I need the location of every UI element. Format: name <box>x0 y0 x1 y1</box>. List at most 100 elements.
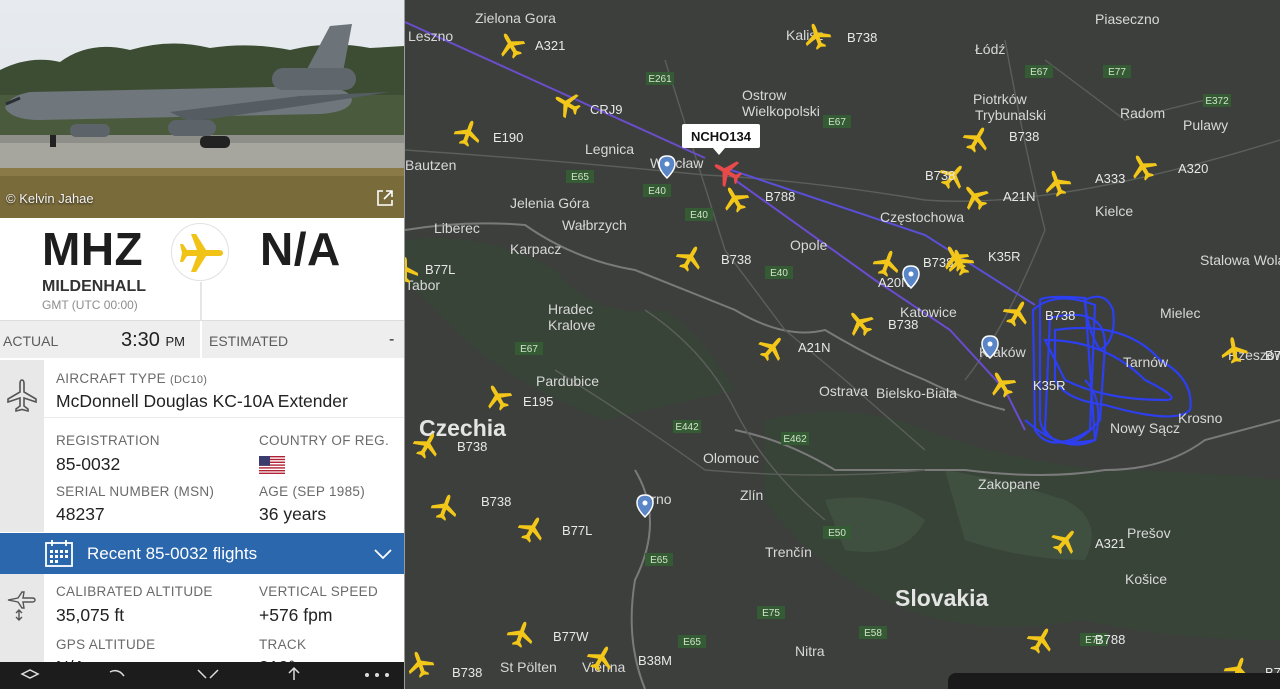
actual-label: ACTUAL <box>3 333 59 349</box>
map-city-label: Olomouc <box>703 450 759 466</box>
flight-data-sidebar <box>0 574 44 662</box>
map-city-label: Piotrków <box>973 91 1028 107</box>
traffic-type-label: B738 <box>847 30 877 45</box>
traffic-type-label: B738 <box>452 665 482 680</box>
map-city-label: Radom <box>1120 105 1165 121</box>
map-city-label: Opole <box>790 237 828 253</box>
origin-code[interactable]: MHZ <box>42 222 143 276</box>
traffic-type-label: CRJ9 <box>590 102 623 117</box>
section-divider <box>44 417 404 418</box>
road-shield: E67 <box>1025 65 1053 78</box>
map-city-label: Nowy Sącz <box>1110 420 1180 436</box>
share-icon[interactable] <box>288 666 300 680</box>
road-shield: E261 <box>646 72 674 85</box>
route-plane-badge <box>171 223 229 281</box>
road-shield: E77 <box>1103 65 1131 78</box>
road-shield: E65 <box>566 170 594 183</box>
country-label: COUNTRY OF REG. <box>259 433 390 448</box>
traffic-type-label: B38M <box>638 653 672 668</box>
traffic-type-label: B738 <box>1045 308 1075 323</box>
road-shield: E65 <box>645 553 673 566</box>
map-city-label: Legnica <box>585 141 634 157</box>
svg-text:E77: E77 <box>1108 67 1126 78</box>
route-icon[interactable] <box>109 669 125 677</box>
traffic-type-label: A21N <box>1003 189 1036 204</box>
map-city-label: St Pölten <box>500 659 557 675</box>
map-city-label: Stalowa Wola <box>1200 252 1280 268</box>
traffic-type-label: A333 <box>1095 171 1125 186</box>
traffic-type-label: A321 <box>535 38 565 53</box>
aircraft-section-sidebar <box>0 360 44 532</box>
road-shield: E462 <box>781 432 809 445</box>
aircraft-photo[interactable]: © Kelvin Jahae <box>0 0 404 218</box>
map-city-label: Wielkopolski <box>742 103 820 119</box>
age-label: AGE (SEP 1985) <box>259 484 366 499</box>
recent-flights-button[interactable]: Recent 85-0032 flights <box>0 533 404 574</box>
map-city-label: Zlín <box>740 487 763 503</box>
svg-text:E65: E65 <box>650 555 668 566</box>
external-link-icon[interactable] <box>375 188 395 208</box>
follow-icon[interactable] <box>197 669 219 679</box>
traffic-type-label: B77W <box>553 629 589 644</box>
calibrated-altitude-label: CALIBRATED ALTITUDE <box>56 584 213 599</box>
svg-text:E67: E67 <box>828 117 846 128</box>
svg-text:E261: E261 <box>648 74 672 85</box>
actual-time: 3:30 PM <box>121 329 185 351</box>
road-shield: E372 <box>1203 94 1231 107</box>
traffic-type-label: A321 <box>1095 536 1125 551</box>
times-row: ACTUAL 3:30 PM ESTIMATED - <box>0 320 404 359</box>
aircraft-section: AIRCRAFT TYPE (DC10) McDonnell Douglas K… <box>0 360 404 532</box>
svg-text:E372: E372 <box>1205 96 1229 107</box>
map-city-label: Wrocław <box>650 155 704 171</box>
gps-altitude-label: GPS ALTITUDE <box>56 637 156 652</box>
photo-credit: © Kelvin Jahae <box>6 191 94 206</box>
chevron-down-icon <box>374 549 392 560</box>
map-city-label: Krosno <box>1178 410 1223 426</box>
aircraft-photo-image <box>0 0 404 218</box>
us-flag-icon <box>259 456 285 474</box>
aircraft-type-value: McDonnell Douglas KC-10A Extender <box>56 391 348 411</box>
msn-label: SERIAL NUMBER (MSN) <box>56 484 215 499</box>
map-city-label: Prešov <box>1127 525 1171 541</box>
map-city-label: Zakopane <box>978 476 1040 492</box>
svg-text:E442: E442 <box>675 422 699 433</box>
map-toolbar[interactable] <box>948 673 1280 689</box>
calendar-icon <box>45 540 73 567</box>
3d-view-icon[interactable] <box>20 669 40 679</box>
map-city-label: Bautzen <box>405 157 456 173</box>
map-city-label: Kielce <box>1095 203 1133 219</box>
road-shield: E442 <box>673 420 701 433</box>
track-label: TRACK <box>259 637 307 652</box>
map-city-label: Bielsko-Biala <box>876 385 957 401</box>
origin-timezone: GMT (UTC 00:00) <box>42 298 138 312</box>
svg-text:E462: E462 <box>783 434 807 445</box>
origin-city: MILDENHALL <box>42 278 146 295</box>
traffic-type-label: K35R <box>988 249 1021 264</box>
map-city-label: Jelenia Góra <box>510 195 590 211</box>
svg-text:E40: E40 <box>690 210 708 221</box>
map-city-label: Pardubice <box>536 373 599 389</box>
airplane-icon <box>180 234 223 272</box>
map-city-label: Trenčín <box>765 544 812 560</box>
map-city-label: Košice <box>1125 571 1167 587</box>
traffic-type-label: B738 <box>457 439 487 454</box>
svg-text:E67: E67 <box>520 344 538 355</box>
map-city-label: Tarnów <box>1123 354 1169 370</box>
destination-code: N/A <box>260 223 341 275</box>
route-divider <box>200 282 202 320</box>
map-canvas[interactable]: Zielona GoraLeszno KaliszŁódźPiasecznoOst… <box>405 0 1280 689</box>
road-shield: E67 <box>515 342 543 355</box>
road-shield: E40 <box>765 266 793 279</box>
flight-map[interactable]: Zielona Gora Leszno Kalisz Łódź Piaseczno Ost… <box>405 0 1280 689</box>
route-summary: MHZ N/A MILDENHALL GMT (UTC 00:00) <box>0 218 404 320</box>
aircraft-type-label: AIRCRAFT TYPE (DC10) <box>56 371 208 386</box>
road-shield: E75 <box>757 606 785 619</box>
traffic-type-label: B738 <box>481 494 511 509</box>
svg-text:E65: E65 <box>683 637 701 648</box>
traffic-type-label: B77L <box>562 523 592 538</box>
traffic-type-label: B738 <box>1265 348 1280 363</box>
traffic-type-label: E195 <box>523 394 553 409</box>
more-icon[interactable] <box>365 673 389 677</box>
map-city-label: Tabor <box>405 277 440 293</box>
map-city-label: Ostrow <box>742 87 787 103</box>
